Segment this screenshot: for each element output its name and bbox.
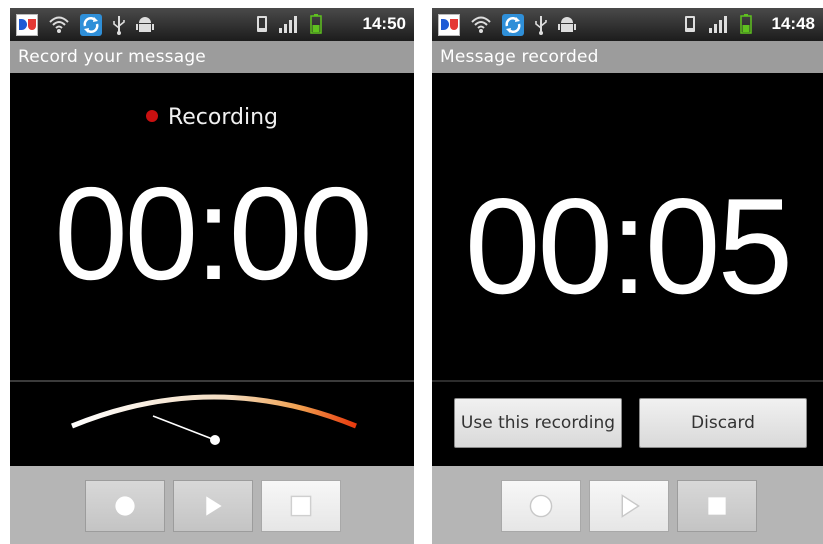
vibrate-icon [257,16,267,32]
level-meter [71,394,357,445]
status-bar: 14:48 [432,8,823,41]
recording-dot-icon [145,110,158,122]
clock: 14:50 [362,14,406,33]
battery-icon [310,14,322,34]
clock: 14:48 [771,14,815,33]
record-icon [529,494,553,518]
usb-icon [113,16,125,35]
record-button[interactable] [85,480,165,532]
android-debug-icon [136,17,154,32]
play-icon [621,494,640,518]
screen-title: Message recorded [432,41,823,73]
recording-status: Recording [10,105,414,130]
recorder-screen-recording: 14:50 Record your message Recording 00:0… [10,8,414,544]
stop-icon [290,495,312,517]
wifi-icon [471,16,491,33]
stop-icon [708,497,726,515]
usb-icon [535,16,547,35]
use-recording-button[interactable]: Use this recording [454,398,622,448]
stop-button[interactable] [677,480,757,532]
recorder-screen-recorded: 14:48 Message recorded 00:05 Use this re… [432,8,823,544]
sync-icon [80,14,102,36]
status-bar: 14:50 [10,8,414,41]
du-app-icon [16,14,38,36]
vibrate-icon [685,16,695,32]
recording-status-label: Recording [167,105,279,130]
sync-icon [502,14,524,36]
record-icon [115,496,135,516]
play-button[interactable] [589,480,669,532]
play-button[interactable] [173,480,253,532]
divider [432,380,823,382]
battery-icon [740,14,752,34]
stop-button[interactable] [261,480,341,532]
wifi-icon [49,16,69,33]
discard-button[interactable]: Discard [639,398,807,448]
du-app-icon [438,14,460,36]
control-bar [10,466,414,544]
elapsed-timer: 00:05 [464,170,793,322]
elapsed-timer: 00:00 [54,160,372,307]
android-debug-icon [558,17,576,32]
signal-icon [279,16,297,33]
control-bar [432,466,823,544]
play-icon [206,496,222,516]
signal-icon [709,16,727,33]
screen-title: Record your message [10,41,414,73]
record-button[interactable] [501,480,581,532]
